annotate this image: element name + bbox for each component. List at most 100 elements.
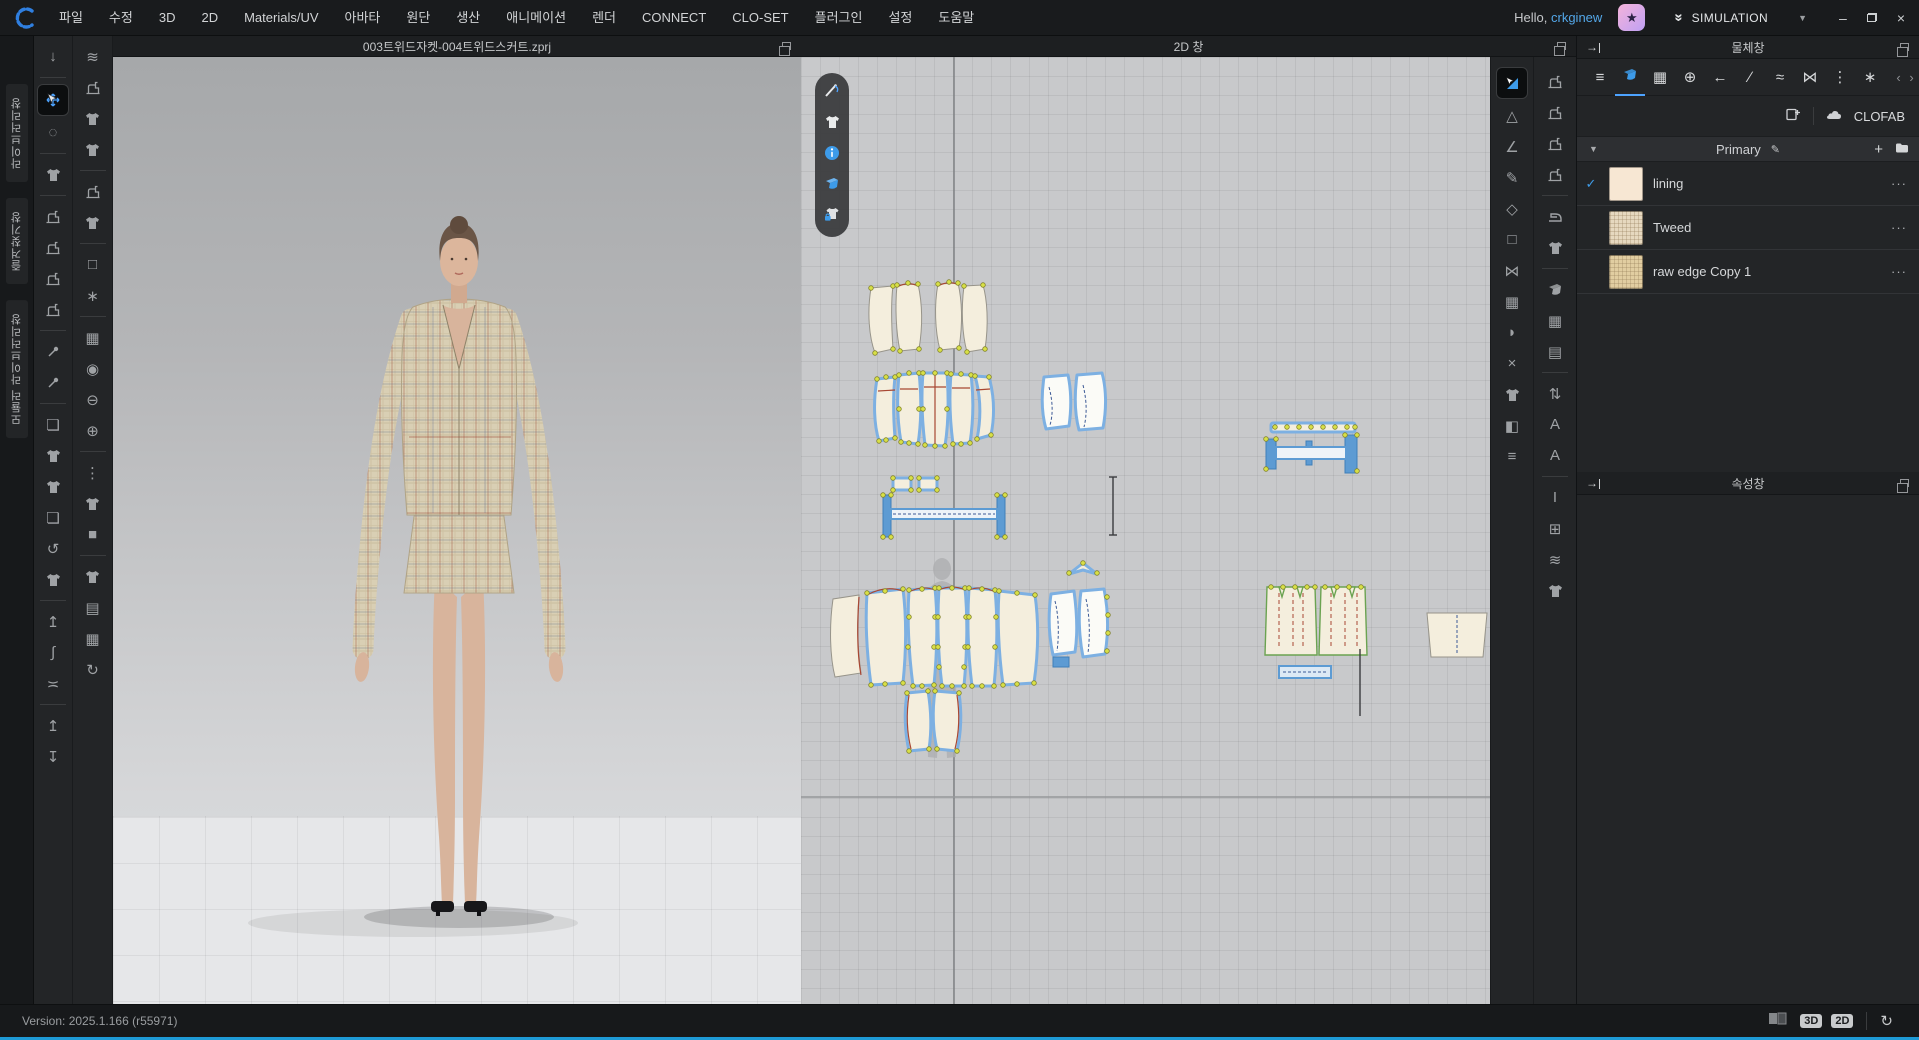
ai-assistant-button[interactable]: ★ (1618, 4, 1645, 31)
tool-segment-sewing-2d-button[interactable] (1539, 67, 1571, 96)
viewport-2d[interactable]: 2D 창 (801, 36, 1576, 1004)
object-tab-stitch[interactable]: ∕ (1737, 59, 1763, 96)
tool-grading-button[interactable]: ≡ (1496, 442, 1528, 471)
fabric-more-button[interactable]: ··· (1891, 220, 1907, 235)
pager-left-icon[interactable]: ‹ (1893, 70, 1904, 85)
detach-window-icon[interactable] (1900, 43, 1909, 51)
menu-item-1[interactable]: 수정 (96, 0, 146, 36)
detach-window-icon[interactable] (782, 42, 791, 50)
tool-pin-button[interactable] (37, 337, 69, 366)
fabric-group-header[interactable]: ▼ Primary ✎ + (1577, 136, 1919, 162)
tool-add-point-button[interactable]: ✎ (1496, 163, 1528, 192)
dock-tab-0[interactable]: 라이브러리창 (6, 84, 28, 182)
tool-sewing-machine-b-button[interactable] (77, 73, 109, 102)
reset-view-icon[interactable]: ↻ (1880, 1012, 1893, 1030)
tool-swap-fabric-button[interactable] (1539, 275, 1571, 304)
tool-trim-garment-button[interactable] (77, 489, 109, 518)
tool-fitting-suite-button[interactable] (37, 295, 69, 324)
tool-garment-fit-b-button[interactable] (77, 135, 109, 164)
pill-show-garment-button[interactable] (821, 114, 843, 134)
tool-solidify-garment-button[interactable] (37, 441, 69, 470)
simulation-control[interactable]: » SIMULATION ▼ (1675, 9, 1807, 26)
tool-zipper-tool-button[interactable]: ⋮ (77, 458, 109, 487)
object-tab-fur[interactable]: ∗ (1857, 59, 1883, 96)
tool-pin-box-button[interactable] (37, 368, 69, 397)
object-tab-zipper[interactable]: ⋮ (1827, 59, 1853, 96)
collapse-panel-icon[interactable]: → (1586, 477, 1600, 489)
tool-simulate-button[interactable]: ↓ (37, 42, 69, 71)
menu-item-8[interactable]: 애니메이션 (493, 0, 579, 36)
tool-quarter-layer-button[interactable] (37, 472, 69, 501)
tool-cut-pattern-button[interactable]: × (1496, 349, 1528, 378)
object-tab-fabric[interactable] (1617, 59, 1643, 96)
tool-texture-garment-button[interactable]: ▤ (77, 593, 109, 622)
tool-tape-measure-button[interactable]: ≍ (37, 669, 69, 698)
tool-measure-2d-button[interactable]: I (1539, 483, 1571, 512)
menu-item-9[interactable]: 렌더 (579, 0, 629, 36)
badge-2d-button[interactable]: 2D (1831, 1014, 1853, 1028)
tool-select-box-3d-button[interactable]: □ (77, 250, 109, 279)
dock-tab-2[interactable]: 모듈러 라이브러리창 (6, 300, 28, 438)
menu-item-10[interactable]: CONNECT (629, 0, 719, 36)
pill-show-fabric-button[interactable] (821, 176, 843, 196)
tool-strengthen-button[interactable]: ∗ (77, 281, 109, 310)
tool-grainline-button[interactable]: ⇅ (1539, 379, 1571, 408)
object-tab-button[interactable]: ⊕ (1677, 59, 1703, 96)
menu-item-7[interactable]: 생산 (443, 0, 493, 36)
fabric-swatch[interactable] (1609, 211, 1643, 245)
tool-select-lasso-button[interactable]: ◌ (37, 118, 69, 147)
pattern-canvas[interactable] (801, 57, 1490, 1004)
pill-needle-button[interactable] (821, 83, 843, 103)
tool-graphic-2d-button[interactable]: ▤ (1539, 337, 1571, 366)
tool-mn-sewing-2d-button[interactable] (1539, 129, 1571, 158)
object-tab-graphic-print[interactable]: ▦ (1647, 59, 1673, 96)
tool-segment-sewing-3d-button[interactable] (37, 202, 69, 231)
tool-garment-fit-a-button[interactable] (77, 104, 109, 133)
tool-rect-plane-button[interactable]: ■ (77, 520, 109, 549)
tool-transform-pattern-button[interactable] (1496, 67, 1528, 99)
object-tab-puckering[interactable]: ≈ (1767, 59, 1793, 96)
tool-button-lock-button[interactable]: ⊕ (77, 416, 109, 445)
tool-print-layout-button[interactable]: ▦ (1539, 306, 1571, 335)
viewport-3d[interactable]: 003트위드자켓-004트위드스커트.zprj (113, 36, 801, 1004)
menu-item-4[interactable]: Materials/UV (231, 0, 331, 36)
edit-group-icon[interactable]: ✎ (1771, 143, 1780, 156)
tool-curve-sewing-3d-button[interactable] (37, 264, 69, 293)
collapse-group-icon[interactable]: ▼ (1589, 144, 1598, 154)
tool-uv-garment-button[interactable]: ▦ (77, 624, 109, 653)
menu-item-0[interactable]: 파일 (46, 0, 96, 36)
tool-rectangle-pattern-button[interactable]: □ (1496, 225, 1528, 254)
tool-edit-pattern-button[interactable]: △ (1496, 101, 1528, 130)
menu-item-6[interactable]: 원단 (393, 0, 443, 36)
tool-pose-garment-button[interactable] (77, 208, 109, 237)
tool-wind-button[interactable]: ≋ (77, 42, 109, 71)
fabric-swatch[interactable] (1609, 167, 1643, 201)
fabric-swatch[interactable] (1609, 255, 1643, 289)
fabric-item-1[interactable]: Tweed··· (1577, 206, 1919, 250)
menu-item-5[interactable]: 아바타 (332, 0, 394, 36)
tool-flatten-garment-button[interactable] (1539, 233, 1571, 262)
tool-edit-sewing-2d-button[interactable] (1539, 160, 1571, 189)
tool-buttonhole-button[interactable]: ⊖ (77, 385, 109, 414)
add-fabric-icon[interactable] (1786, 107, 1801, 126)
tool-fit-to-avatar-button[interactable] (37, 160, 69, 189)
tool-text-tool-button[interactable]: A (1539, 410, 1571, 439)
tool-flip-front-button[interactable]: ↥ (37, 711, 69, 740)
fabric-more-button[interactable]: ··· (1891, 176, 1907, 191)
fabric-item-0[interactable]: ✓lining··· (1577, 162, 1919, 206)
tool-seam-shield-button[interactable]: ◗ (1496, 318, 1528, 347)
tool-annotation-table-button[interactable]: ⊞ (1539, 514, 1571, 543)
pager-right-icon[interactable]: › (1906, 70, 1917, 85)
menu-item-12[interactable]: 플러그인 (802, 0, 876, 36)
object-tab-trim[interactable]: ⋈ (1797, 59, 1823, 96)
simulation-dropdown-icon[interactable]: ▼ (1798, 13, 1807, 23)
tool-fold-3d-button[interactable]: ❏ (37, 503, 69, 532)
minimize-button[interactable]: – (1839, 10, 1847, 26)
tool-trace-pattern-button[interactable] (1496, 380, 1528, 409)
tool-fold-arrangement-button[interactable]: ❏ (37, 410, 69, 439)
tool-lift-texture-button[interactable]: ↥ (37, 607, 69, 636)
tool-flip-back-button[interactable]: ↧ (37, 742, 69, 771)
menu-item-2[interactable]: 3D (146, 0, 189, 36)
tool-fabric-grid-button[interactable]: ▦ (77, 323, 109, 352)
dock-tab-1[interactable]: 즐겨찾기창 (6, 198, 28, 284)
